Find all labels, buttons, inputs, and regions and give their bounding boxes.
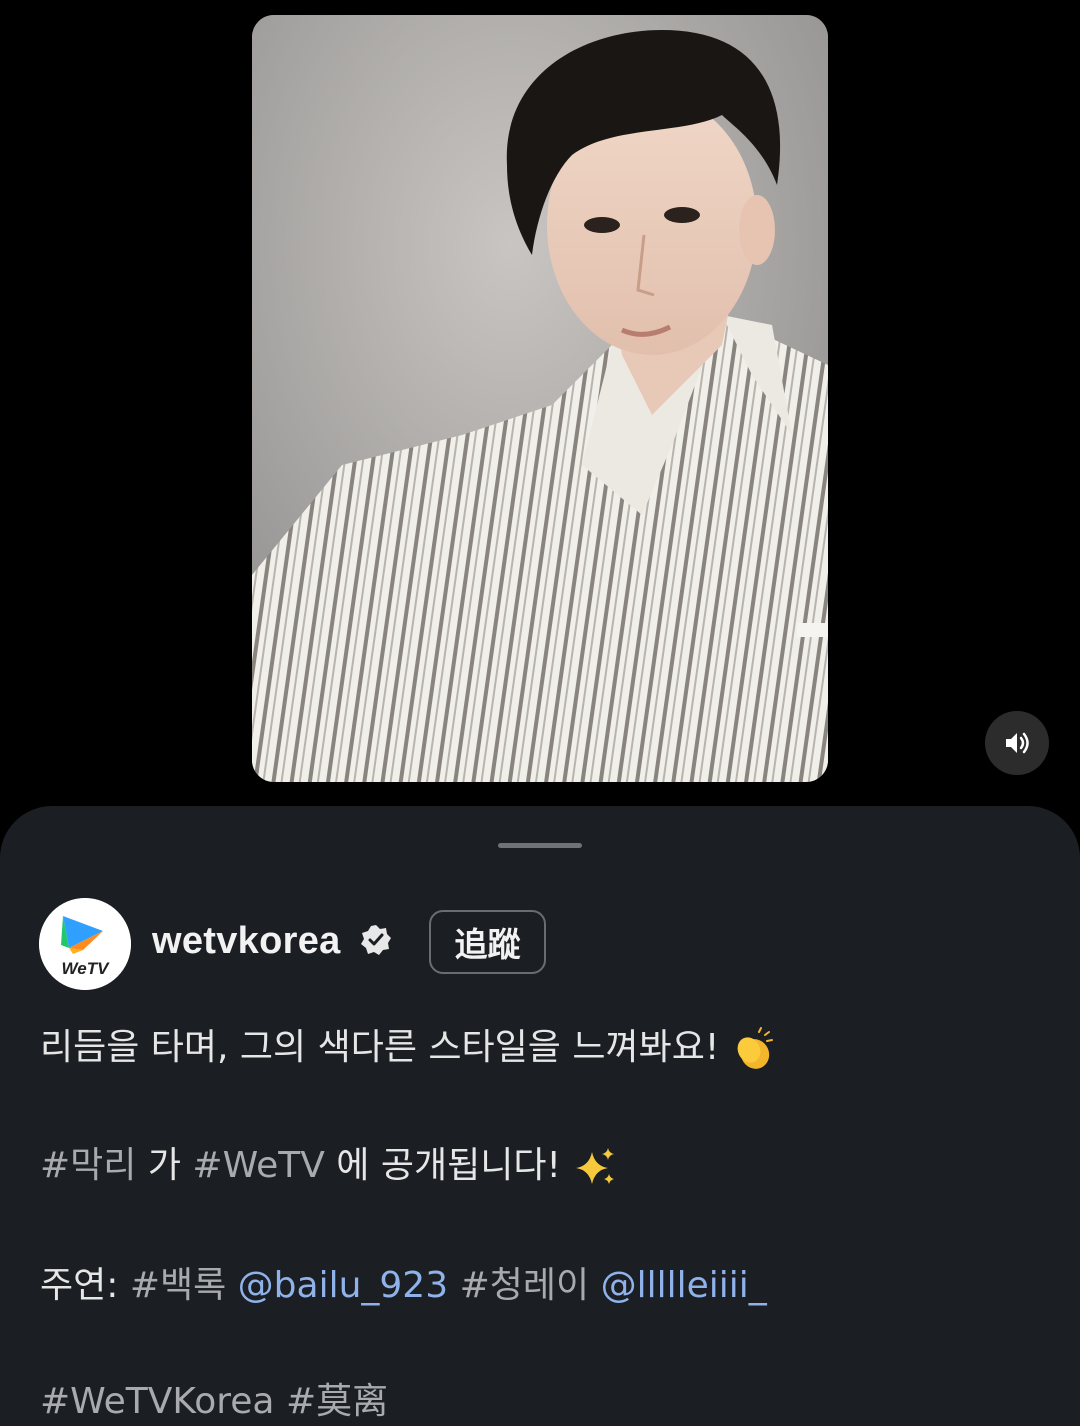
hashtag-link[interactable]: #백록 — [130, 1265, 226, 1306]
caption-text: 에 공개됩니다! — [324, 1145, 573, 1186]
avatar-label: WeTV — [62, 959, 111, 978]
sparkles-icon — [576, 1148, 615, 1184]
caption-text: 가 — [136, 1145, 193, 1186]
speaker-icon — [1006, 732, 1029, 754]
mention-link[interactable]: @llllleiiii_ — [601, 1265, 767, 1306]
hashtag-link[interactable]: #WeTV — [192, 1145, 324, 1186]
caption-text: 리듬을 타며, 그의 색다른 스타일을 느껴봐요! — [40, 1027, 720, 1068]
caption-line-4: #WeTVKorea #莫离 — [40, 1372, 388, 1424]
caption-line-3: 주연: #백록 @bailu_923 #청레이 @llllleiiii_ — [40, 1256, 767, 1308]
portrait-image — [252, 15, 828, 782]
post-photo[interactable] — [252, 15, 828, 782]
hashtag-link[interactable]: #WeTVKorea — [40, 1381, 274, 1422]
clapping-hands-icon — [737, 1027, 773, 1069]
verified-badge-icon — [361, 925, 391, 955]
follow-button[interactable]: 追蹤 — [429, 910, 546, 974]
sound-toggle-button[interactable] — [985, 711, 1049, 775]
hashtag-link[interactable]: #莫离 — [286, 1381, 388, 1422]
caption-text: 주연: — [40, 1265, 130, 1306]
avatar[interactable]: WeTV — [39, 898, 131, 990]
sheet-grabber-handle[interactable] — [498, 843, 582, 848]
caption-line-1: 리듬을 타며, 그의 색다른 스타일을 느껴봐요! — [40, 1018, 777, 1072]
caption-line-2: #막리 가 #WeTV 에 공개됩니다! — [40, 1136, 618, 1190]
wetv-logo-icon: WeTV — [39, 898, 131, 990]
hashtag-link[interactable]: #청레이 — [460, 1265, 590, 1306]
account-username[interactable]: wetvkorea — [152, 920, 341, 963]
hashtag-link[interactable]: #막리 — [40, 1145, 136, 1186]
post-info-sheet: WeTV wetvkorea 追蹤 리듬을 타며, 그의 색다른 스타일을 느껴… — [0, 806, 1080, 1426]
mention-link[interactable]: @bailu_923 — [238, 1265, 448, 1306]
